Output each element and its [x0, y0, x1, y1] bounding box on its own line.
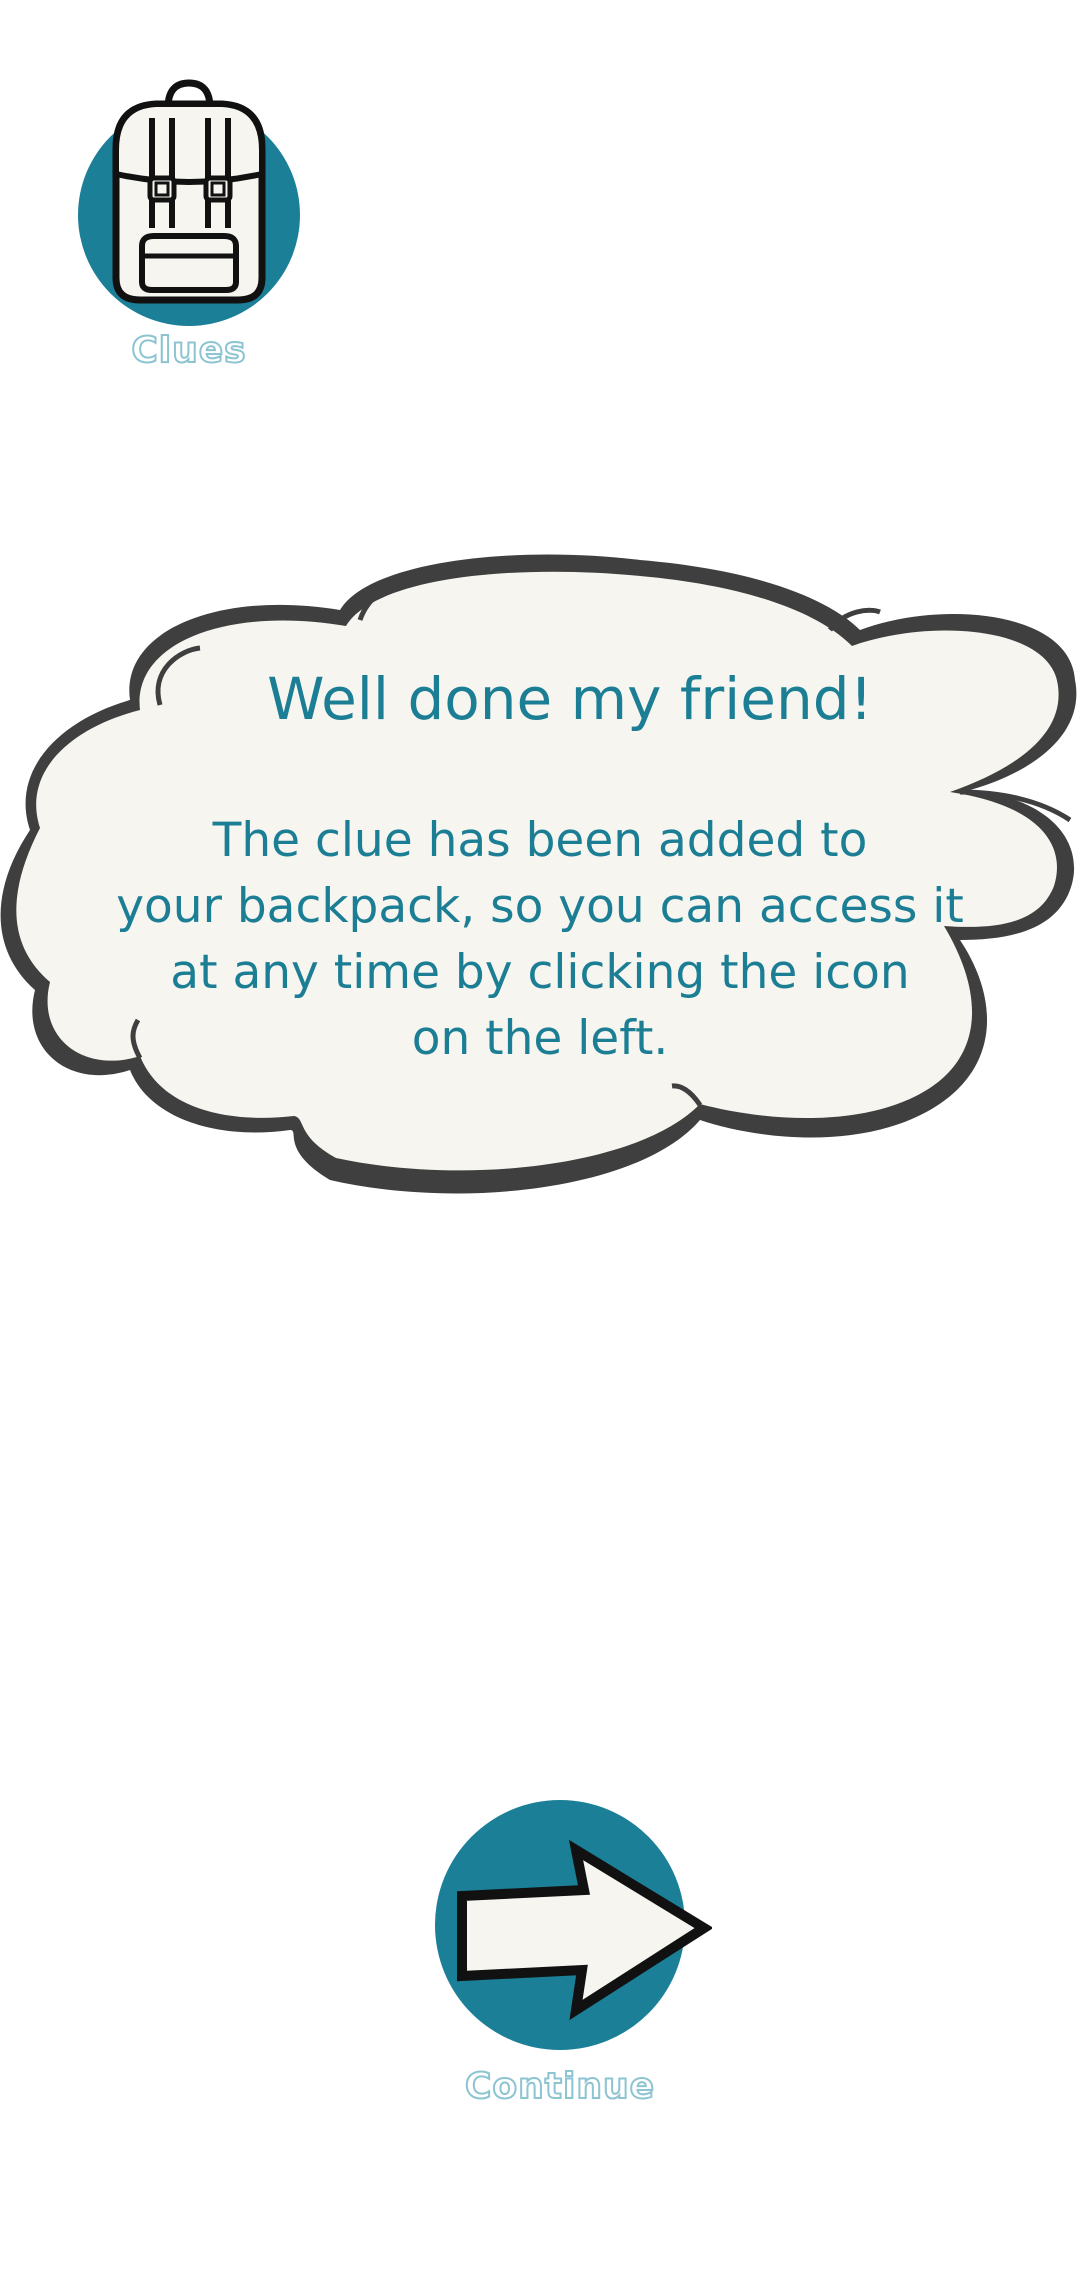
arrow-right-icon	[457, 1839, 712, 2021]
clues-label: Clues	[130, 329, 247, 372]
continue-label: Continue	[464, 2065, 655, 2108]
dialog-title: Well done my friend!	[267, 665, 873, 733]
continue-button[interactable]	[432, 1800, 712, 2052]
dialog-body: The clue has been added to your backpack…	[60, 808, 1020, 1072]
dialog-body-line: at any time by clicking the icon	[170, 945, 910, 1000]
clues-button[interactable]	[76, 78, 302, 328]
dialog-body-line: your backpack, so you can access it	[116, 879, 964, 934]
backpack-icon	[112, 79, 266, 304]
dialog-body-line: on the left.	[411, 1011, 669, 1066]
dialog-body-line: The clue has been added to	[212, 813, 868, 868]
